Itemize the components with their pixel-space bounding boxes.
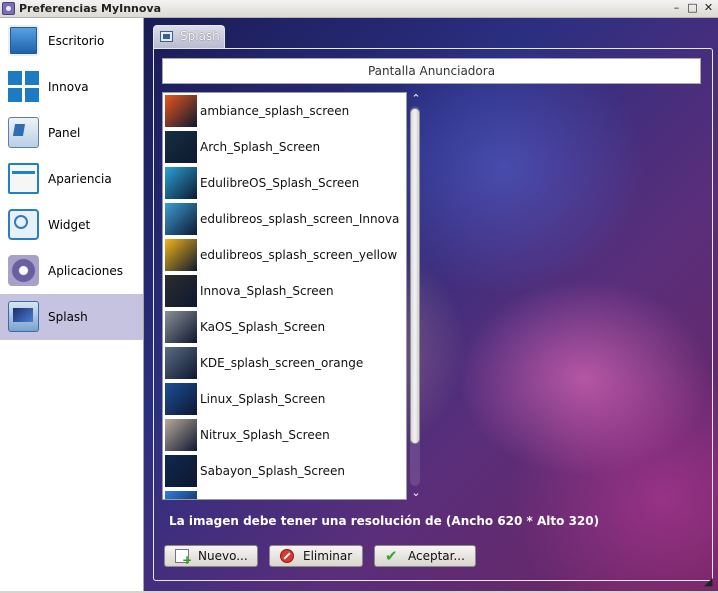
- splash-name: Nitrux_Splash_Screen: [200, 428, 330, 442]
- splash-thumbnail: [165, 419, 197, 451]
- title-bar: Preferencias MyInnova – □ ✕: [0, 0, 718, 18]
- sidebar-item-label: Panel: [48, 126, 81, 140]
- splash-thumbnail: [165, 383, 197, 415]
- sidebar-item-label: Widget: [48, 218, 91, 232]
- splash-thumbnail: [165, 131, 197, 163]
- resolution-note: La imagen debe tener una resolución de (…: [169, 514, 600, 528]
- new-button-label: Nuevo...: [198, 549, 248, 563]
- splash-name: edulibreos_splash_screen_Innova: [200, 212, 400, 226]
- list-item[interactable]: Linux_Splash_Screen: [165, 382, 405, 416]
- sidebar-item-aplicaciones[interactable]: Aplicaciones: [0, 248, 143, 294]
- minimize-button[interactable]: –: [670, 1, 683, 15]
- list-item[interactable]: Innova_Splash_Screen: [165, 274, 405, 308]
- main-panel: Splash Pantalla Anunciadora ambiance_spl…: [144, 18, 718, 591]
- sidebar-item-apariencia[interactable]: Apariencia: [0, 156, 143, 202]
- list-item[interactable]: edulibreos_splash_screen_Innova: [165, 202, 405, 236]
- splash-name: Sabayon_Splash_Screen: [200, 464, 346, 478]
- delete-button-label: Eliminar: [303, 549, 353, 563]
- checkmark-icon: ✔: [385, 547, 398, 565]
- close-button[interactable]: ✕: [702, 1, 715, 15]
- accept-button[interactable]: ✔ Aceptar...: [374, 545, 476, 567]
- appearance-icon: [8, 163, 39, 194]
- tab-label: Splash: [180, 29, 220, 43]
- delete-icon: [280, 549, 294, 563]
- splash-thumbnail: [165, 167, 197, 199]
- scroll-down-icon[interactable]: ⌄: [407, 486, 425, 500]
- splash-thumbnail: [165, 491, 197, 499]
- new-file-icon: [175, 549, 192, 567]
- list-item[interactable]: [165, 490, 405, 499]
- sidebar-item-label: Apariencia: [48, 172, 112, 186]
- tab-splash[interactable]: Splash: [153, 25, 225, 48]
- sidebar-item-label: Escritorio: [48, 34, 105, 48]
- splash-tab-icon: [160, 31, 173, 42]
- sidebar-item-label: Aplicaciones: [48, 264, 123, 278]
- sidebar-item-label: Splash: [48, 310, 88, 324]
- scrollbar[interactable]: ⌃ ⌄: [407, 92, 425, 500]
- list-item[interactable]: Sabayon_Splash_Screen: [165, 454, 405, 488]
- sidebar-item-innova[interactable]: Innova: [0, 64, 143, 110]
- splash-thumbnail: [165, 455, 197, 487]
- app-icon[interactable]: [2, 2, 15, 15]
- splash-thumbnail: [165, 239, 197, 271]
- splash-list[interactable]: ambiance_splash_screen Arch_Splash_Screen…: [162, 92, 407, 500]
- splash-thumbnail: [165, 311, 197, 343]
- splash-name: KDE_splash_screen_orange: [200, 356, 364, 370]
- scroll-up-icon[interactable]: ⌃: [407, 92, 425, 106]
- widget-icon: [8, 209, 39, 240]
- splash-thumbnail: [165, 95, 197, 127]
- splash-name: edulibreos_splash_screen_yellow: [200, 248, 398, 262]
- splash-icon: [8, 301, 39, 332]
- splash-name: ambiance_splash_screen: [200, 104, 350, 118]
- sidebar-item-escritorio[interactable]: Escritorio: [0, 18, 143, 64]
- accept-button-label: Aceptar...: [408, 549, 465, 563]
- window-title: Preferencias MyInnova: [19, 2, 162, 15]
- delete-button[interactable]: Eliminar: [269, 545, 363, 567]
- panel-icon: [8, 117, 39, 148]
- sidebar-item-label: Innova: [48, 80, 89, 94]
- scroll-thumb[interactable]: [410, 108, 420, 444]
- list-item[interactable]: Nitrux_Splash_Screen: [165, 418, 405, 452]
- list-item[interactable]: KaOS_Splash_Screen: [165, 310, 405, 344]
- section-title: Pantalla Anunciadora: [162, 58, 701, 84]
- list-item[interactable]: edulibreos_splash_screen_yellow: [165, 238, 405, 272]
- list-item[interactable]: Arch_Splash_Screen: [165, 130, 405, 164]
- resize-grip-icon[interactable]: ◢: [704, 576, 716, 588]
- list-item[interactable]: EdulibreOS_Splash_Screen: [165, 166, 405, 200]
- splash-name: Innova_Splash_Screen: [200, 284, 334, 298]
- sidebar-item-splash[interactable]: Splash: [0, 294, 143, 340]
- new-button[interactable]: Nuevo...: [164, 545, 258, 567]
- splash-thumbnail: [165, 347, 197, 379]
- list-item[interactable]: KDE_splash_screen_orange: [165, 346, 405, 380]
- splash-thumbnail: [165, 275, 197, 307]
- splash-name: EdulibreOS_Splash_Screen: [200, 176, 360, 190]
- splash-thumbnail: [165, 203, 197, 235]
- applications-gear-icon: [8, 255, 39, 286]
- sidebar: Escritorio Innova Panel Apariencia Widge…: [0, 18, 144, 591]
- splash-name: Linux_Splash_Screen: [200, 392, 326, 406]
- sidebar-item-widget[interactable]: Widget: [0, 202, 143, 248]
- splash-name: KaOS_Splash_Screen: [200, 320, 326, 334]
- innova-grid-icon: [8, 71, 39, 102]
- maximize-button[interactable]: □: [686, 1, 699, 15]
- sidebar-item-panel[interactable]: Panel: [0, 110, 143, 156]
- splash-name: Arch_Splash_Screen: [200, 140, 321, 154]
- desktop-icon: [8, 25, 39, 56]
- list-item[interactable]: ambiance_splash_screen: [165, 94, 405, 128]
